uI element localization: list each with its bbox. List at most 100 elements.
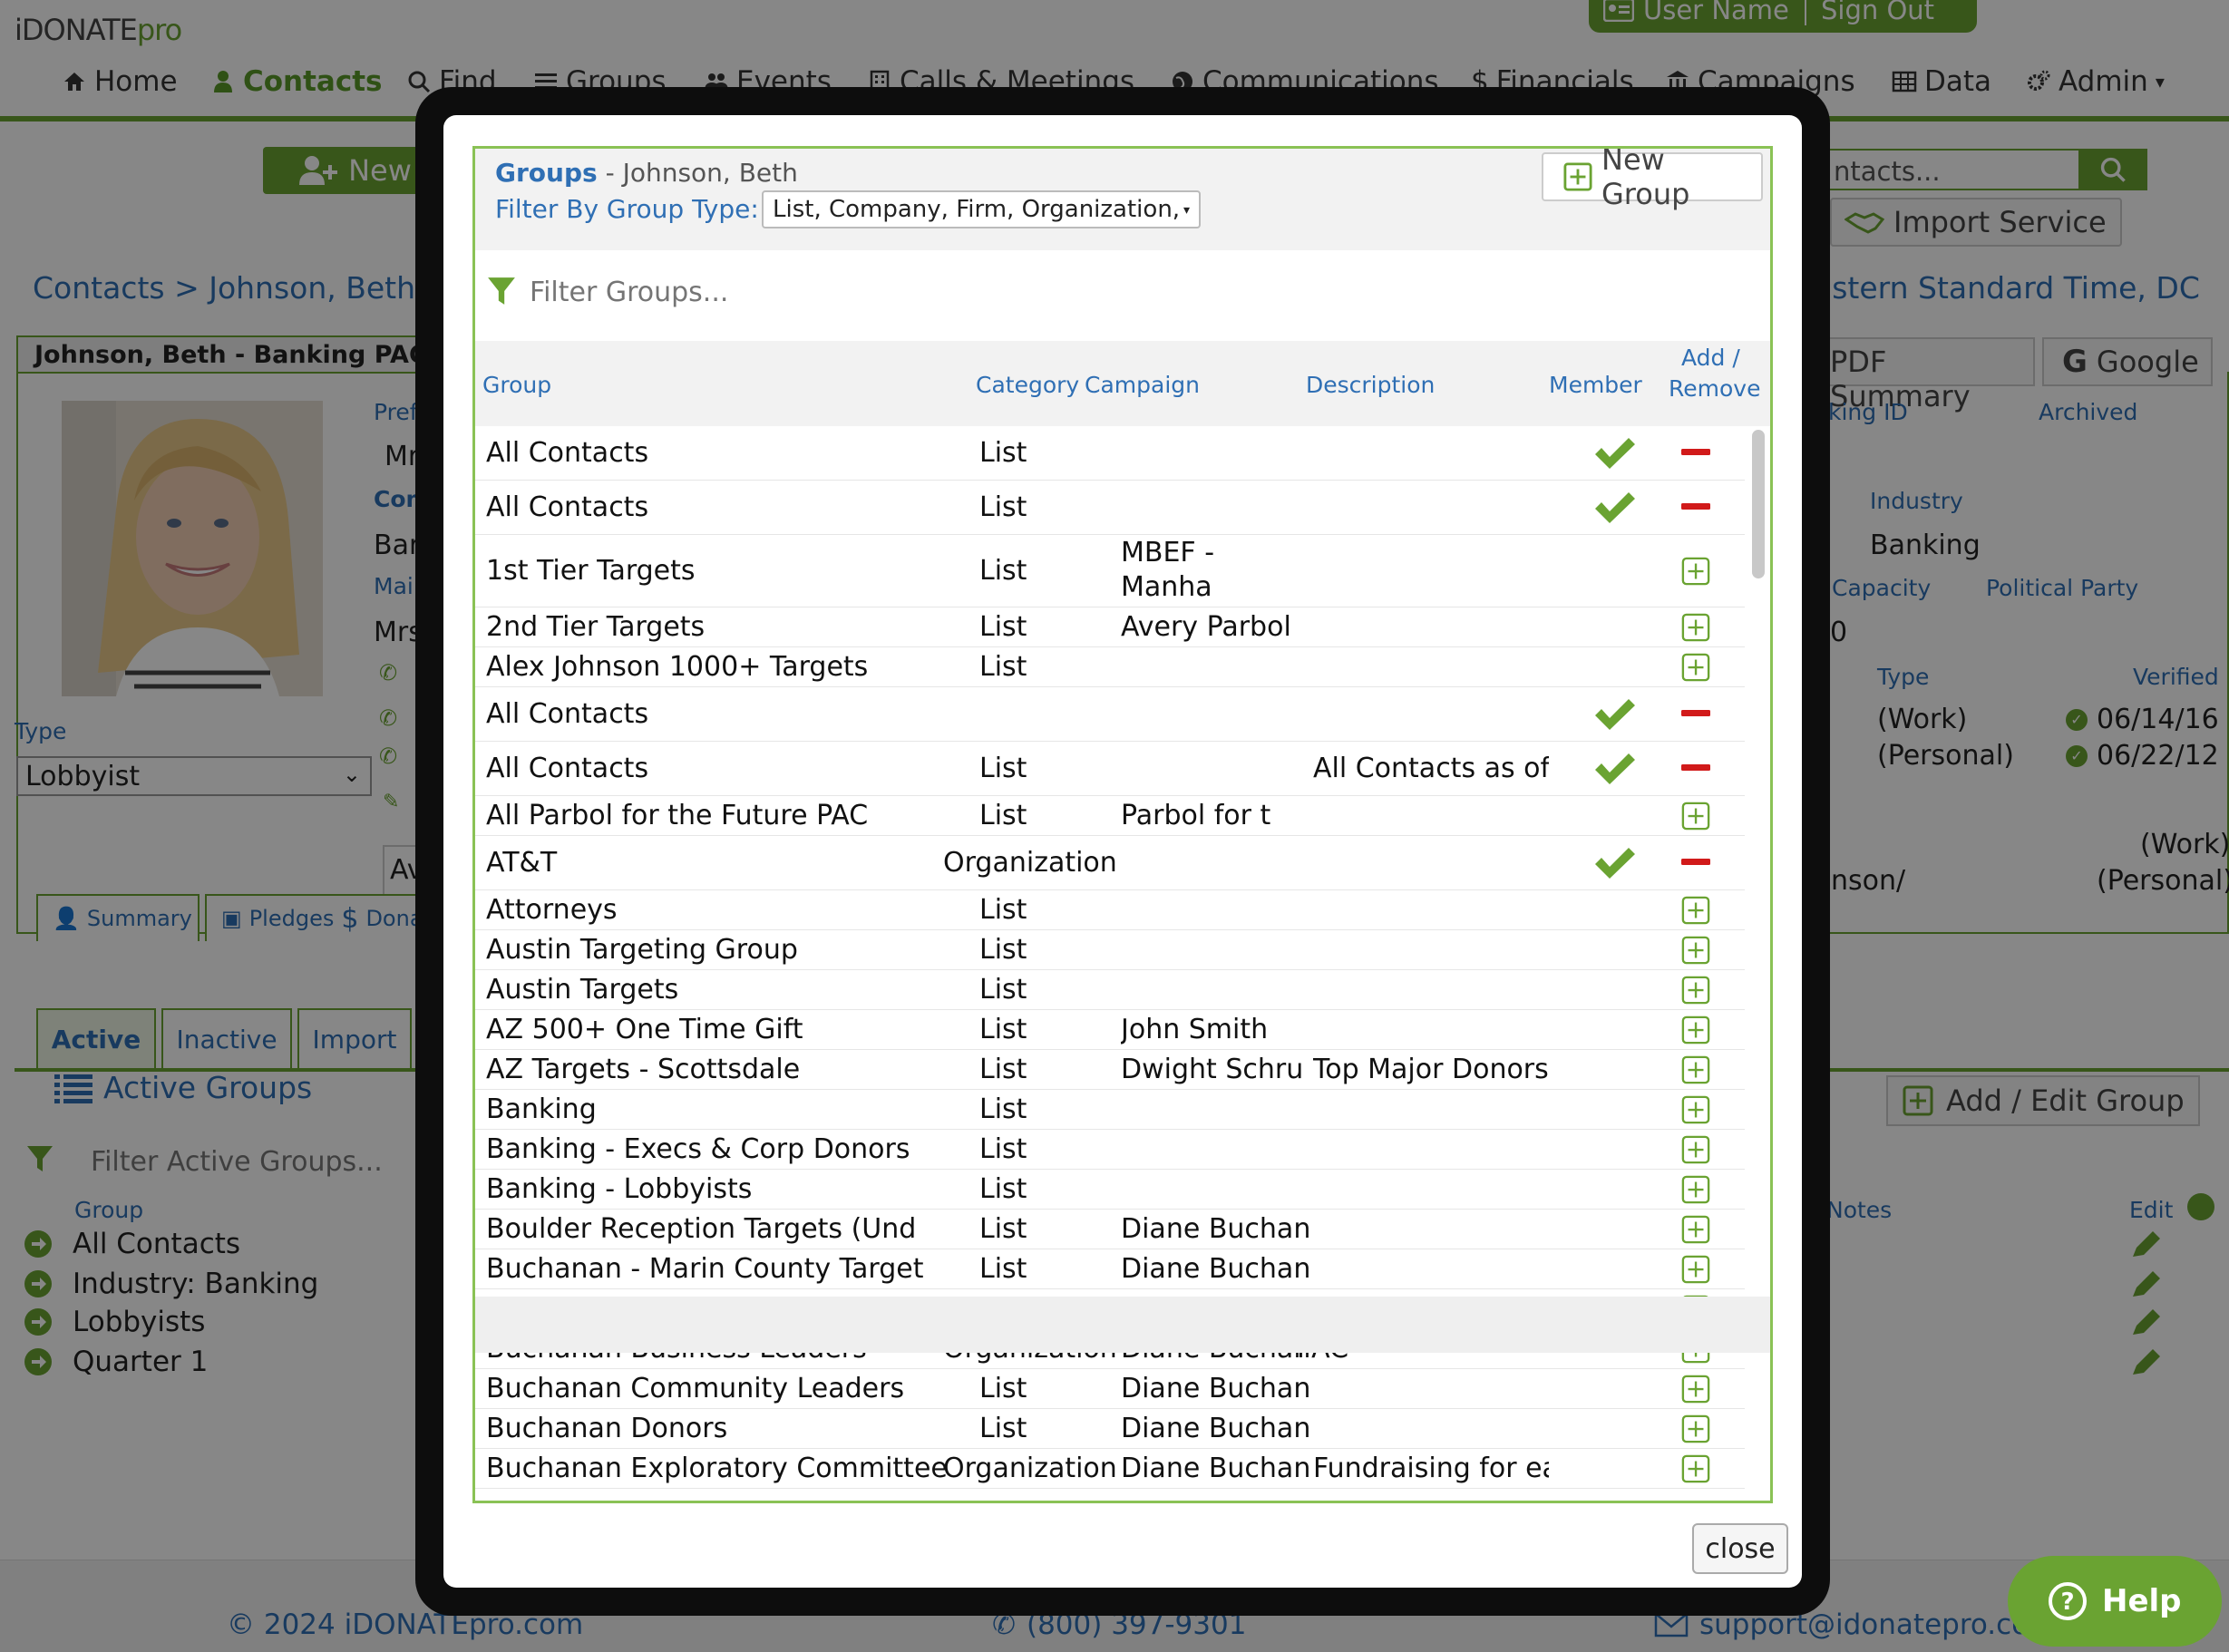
groups-filter-input[interactable] (530, 270, 1164, 314)
column-member[interactable]: Member (1549, 372, 1642, 398)
group-name: Austin Targeting Group (486, 934, 798, 966)
svg-text:?: ? (2060, 1589, 2074, 1616)
groups-table-header: Group Category Campaign Description Memb… (475, 341, 1770, 426)
group-name: All Contacts (486, 491, 649, 523)
group-campaign: Diane Buchan (1121, 1413, 1311, 1444)
add-plus-icon[interactable] (1681, 1015, 1712, 1045)
group-name: Buchanan Community Leaders (486, 1373, 905, 1404)
column-description[interactable]: Description (1306, 372, 1435, 398)
group-name: AZ Targets - Scottsdale (486, 1054, 801, 1085)
add-plus-icon[interactable] (1681, 1175, 1712, 1204)
group-row[interactable]: All Contacts (475, 687, 1745, 742)
group-category: List (979, 1213, 1027, 1245)
add-plus-icon[interactable] (1681, 557, 1712, 586)
remove-minus-icon[interactable] (1681, 858, 1712, 867)
add-plus-icon[interactable] (1681, 1135, 1712, 1164)
add-plus-icon[interactable] (1681, 1095, 1712, 1124)
group-name: All Parbol for the Future PAC (486, 800, 869, 831)
group-row[interactable]: AZ 500+ One Time Gift List John Smith (475, 1010, 1745, 1050)
groups-table-footer (475, 1297, 1770, 1353)
group-campaign: MBEF - (1121, 537, 1215, 568)
add-plus-icon[interactable] (1681, 1055, 1712, 1084)
group-category: Organization (943, 1453, 1117, 1484)
group-row[interactable]: Buchanan Community Leaders List Diane Buch… (475, 1369, 1745, 1409)
group-row[interactable]: AT&T Organization (475, 836, 1745, 890)
group-category: List (979, 1093, 1027, 1125)
group-name: 1st Tier Targets (486, 555, 696, 587)
group-row[interactable]: Banking - Execs & Corp Donors List (475, 1130, 1745, 1170)
add-plus-icon[interactable] (1681, 936, 1712, 965)
group-name: Austin Targets (486, 974, 679, 1006)
member-check-icon (1592, 751, 1638, 787)
group-name: All Contacts (486, 753, 649, 784)
group-category: List (979, 1253, 1027, 1285)
column-campaign[interactable]: Campaign (1085, 372, 1200, 398)
group-row[interactable]: All Contacts List (475, 426, 1745, 481)
group-category: List (979, 555, 1027, 587)
group-row[interactable]: Alex Johnson 1000+ Targets List (475, 647, 1745, 687)
group-campaign: Diane Buchan (1121, 1253, 1311, 1285)
group-type-select[interactable]: List, Company, Firm, Organization, ▾ (762, 190, 1201, 228)
close-button[interactable]: close (1692, 1523, 1788, 1574)
group-row[interactable]: Austin Targets List (475, 970, 1745, 1010)
column-category[interactable]: Category (976, 372, 1079, 398)
add-plus-icon[interactable] (1681, 1215, 1712, 1244)
add-plus-icon[interactable] (1681, 1454, 1712, 1483)
group-category: List (979, 974, 1027, 1006)
group-row[interactable]: All Parbol for the Future PAC List Parbol … (475, 796, 1745, 836)
remove-minus-icon[interactable] (1681, 502, 1712, 511)
group-category: List (979, 491, 1027, 523)
group-row[interactable]: Boulder Reception Targets (Und List Diane … (475, 1210, 1745, 1249)
question-circle-icon: ? (2048, 1581, 2088, 1621)
group-category: List (979, 1014, 1027, 1045)
group-row[interactable]: Buchanan Donors List Diane Buchan (475, 1409, 1745, 1449)
new-group-button[interactable]: New Group (1542, 149, 1763, 211)
add-plus-icon[interactable] (1681, 613, 1712, 642)
group-row[interactable]: Buchanan - Marin County Target List Diane … (475, 1249, 1745, 1289)
group-campaign: Diane Buchan (1121, 1373, 1311, 1404)
group-name: Alex Johnson 1000+ Targets (486, 651, 869, 683)
new-group-label: New Group (1601, 146, 1690, 211)
add-plus-icon[interactable] (1681, 1375, 1712, 1404)
member-check-icon (1592, 490, 1638, 526)
group-campaign: Parbol for t (1121, 800, 1271, 831)
modal-title-main: Groups (495, 158, 598, 188)
group-name: 2nd Tier Targets (486, 611, 706, 643)
add-plus-icon[interactable] (1681, 1255, 1712, 1284)
group-row[interactable]: Banking List (475, 1090, 1745, 1130)
remove-minus-icon[interactable] (1681, 763, 1712, 773)
group-category: List (979, 1373, 1027, 1404)
group-row[interactable]: All Contacts List All Contacts as of l (475, 742, 1745, 796)
groups-scrollbar[interactable] (1752, 430, 1765, 578)
column-remove: Remove (1669, 375, 1761, 402)
group-row[interactable]: Buchanan Exploratory Committee Organizati… (475, 1449, 1745, 1489)
help-label: Help (2102, 1583, 2182, 1619)
remove-minus-icon[interactable] (1681, 448, 1712, 457)
group-campaign-line2: Manha (1121, 571, 1212, 603)
help-button[interactable]: ? Help (2008, 1556, 2222, 1647)
add-plus-icon[interactable] (1681, 653, 1712, 682)
add-plus-icon[interactable] (1681, 896, 1712, 925)
group-campaign: Diane Buchan (1121, 1453, 1311, 1484)
plus-square-icon (1563, 162, 1592, 191)
group-name: Banking - Lobbyists (486, 1173, 753, 1205)
group-type-select-value: List, Company, Firm, Organization, (773, 196, 1181, 223)
group-description: Top Major Donors (1313, 1054, 1549, 1085)
filter-group-type-label: Filter By Group Type: (495, 194, 759, 224)
remove-minus-icon[interactable] (1681, 709, 1712, 718)
add-plus-icon[interactable] (1681, 802, 1712, 831)
add-plus-icon[interactable] (1681, 976, 1712, 1005)
add-plus-icon[interactable] (1681, 1414, 1712, 1443)
group-row[interactable]: Banking - Lobbyists List (475, 1170, 1745, 1210)
group-category: List (979, 1054, 1027, 1085)
group-row[interactable]: 1st Tier Targets List MBEF - Manha (475, 535, 1745, 607)
group-category: List (979, 651, 1027, 683)
group-row[interactable]: All Contacts List (475, 481, 1745, 535)
group-row[interactable]: Attorneys List (475, 890, 1745, 930)
group-row[interactable]: AZ Targets - Scottsdale List Dwight Schru T… (475, 1050, 1745, 1090)
column-group[interactable]: Group (482, 372, 551, 398)
group-row[interactable]: Austin Targeting Group List (475, 930, 1745, 970)
groups-filter-row (475, 250, 1770, 341)
group-row[interactable]: 2nd Tier Targets List Avery Parbol (475, 607, 1745, 647)
group-name: Attorneys (486, 894, 618, 926)
